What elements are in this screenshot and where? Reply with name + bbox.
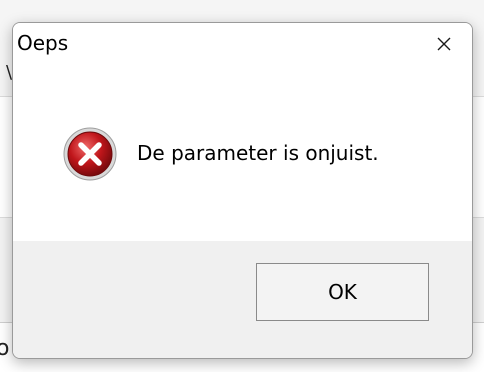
close-button[interactable] (416, 23, 472, 65)
error-dialog: Oeps De parameter is onjuist. OK (12, 22, 473, 359)
background-text-fragment: o (0, 336, 10, 361)
error-message: De parameter is onjuist. (137, 141, 379, 165)
dialog-titlebar: Oeps (13, 23, 472, 65)
dialog-title: Oeps (17, 31, 69, 55)
close-icon (437, 37, 451, 51)
ok-button[interactable]: OK (256, 263, 429, 321)
dialog-footer: OK (13, 241, 472, 358)
dialog-content: De parameter is onjuist. (13, 65, 472, 241)
error-icon (63, 127, 117, 181)
